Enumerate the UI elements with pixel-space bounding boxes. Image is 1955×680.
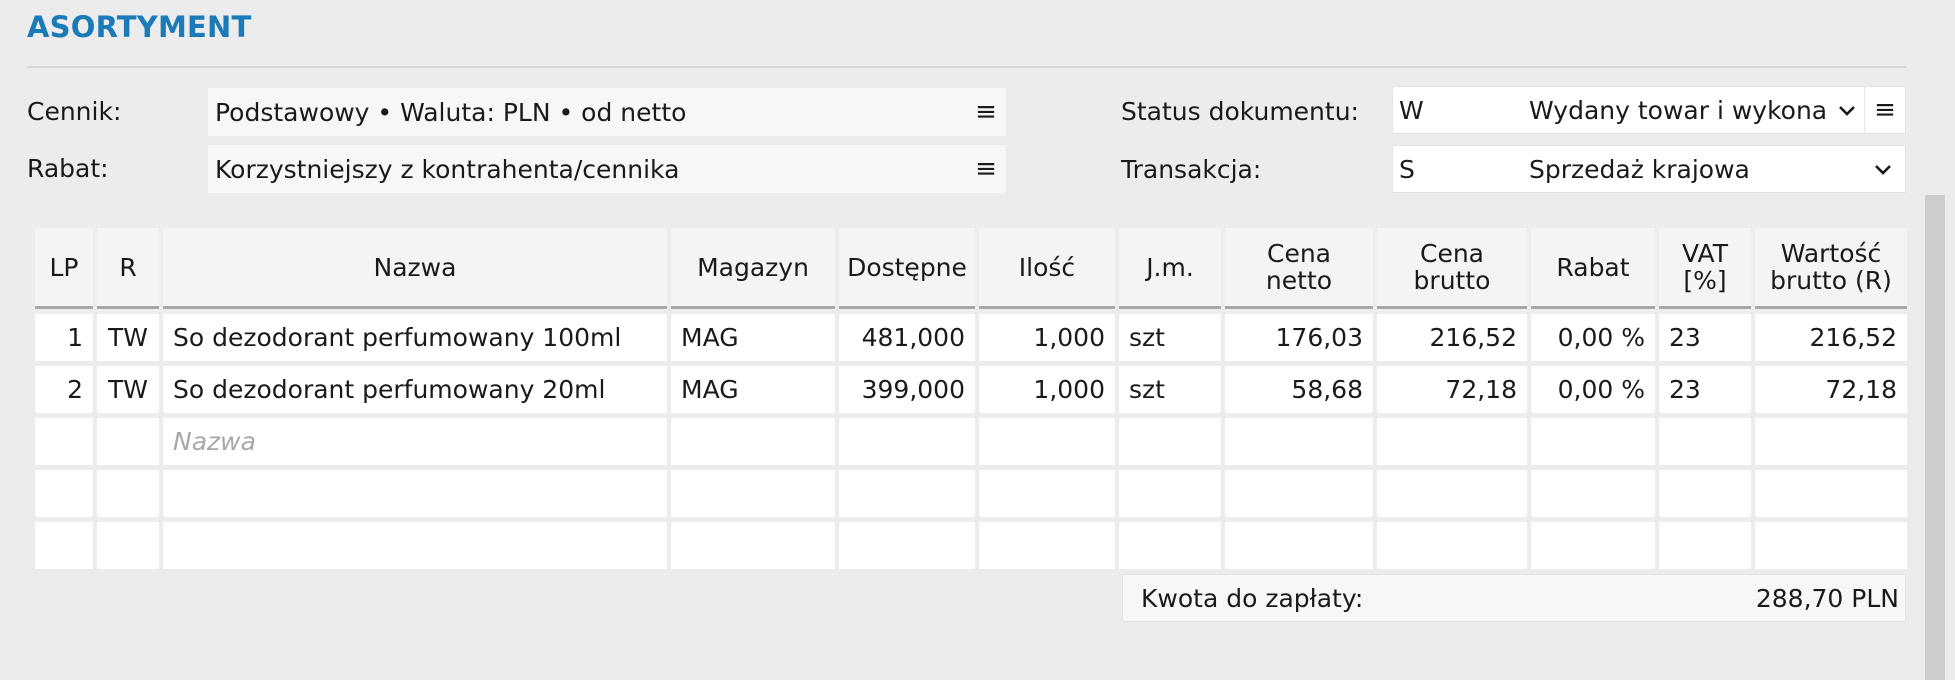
cell-magazyn[interactable]: MAG	[671, 309, 835, 366]
cell-r: TW	[97, 366, 159, 418]
col-ilosc[interactable]: Ilość	[979, 228, 1115, 309]
cennik-value: Podstawowy • Waluta: PLN • od netto	[215, 97, 687, 127]
table-header: LP R Nazwa Magazyn Dostępne Ilość J.m. C…	[35, 228, 1907, 309]
cell-empty[interactable]	[1377, 418, 1527, 470]
total-label: Kwota do zapłaty:	[1141, 583, 1364, 613]
cell-r: TW	[97, 309, 159, 366]
transakcja-field[interactable]: S Sprzedaż krajowa	[1392, 145, 1906, 193]
status-field[interactable]: W Wydany towar i wykona ≡	[1392, 86, 1906, 134]
status-value: Wydany towar i wykona	[1529, 95, 1828, 125]
cell-jm[interactable]: szt	[1119, 309, 1221, 366]
cell-wartosc[interactable]: 72,18	[1755, 366, 1907, 418]
cell-cena-brutto[interactable]: 72,18	[1377, 366, 1527, 418]
transakcja-value: Sprzedaż krajowa	[1529, 154, 1750, 184]
cell-empty[interactable]	[979, 418, 1115, 470]
cell-vat[interactable]: 23	[1659, 309, 1751, 366]
cell-nazwa[interactable]: So dezodorant perfumowany 100ml	[163, 309, 667, 366]
cennik-menu-icon[interactable]: ≡	[966, 97, 1006, 127]
cell-magazyn[interactable]: MAG	[671, 366, 835, 418]
cennik-field[interactable]: Podstawowy • Waluta: PLN • od netto ≡	[208, 88, 1006, 136]
total-box: Kwota do zapłaty: 288,70 PLN	[1122, 574, 1906, 622]
rabat-menu-icon[interactable]: ≡	[966, 154, 1006, 184]
cell-vat[interactable]: 23	[1659, 366, 1751, 418]
title-divider	[27, 66, 1907, 68]
cell-cena-brutto[interactable]: 216,52	[1377, 309, 1527, 366]
table-row[interactable]: 1 TW So dezodorant perfumowany 100ml MAG…	[35, 309, 1907, 366]
cell-rabat[interactable]: 0,00 %	[1531, 309, 1655, 366]
col-wartosc[interactable]: Wartość brutto (R)	[1755, 228, 1907, 309]
cell-wartosc[interactable]: 216,52	[1755, 309, 1907, 366]
status-menu-icon[interactable]: ≡	[1865, 95, 1905, 125]
table-row-empty	[35, 470, 1907, 522]
items-table: LP R Nazwa Magazyn Dostępne Ilość J.m. C…	[31, 228, 1911, 574]
cell-empty[interactable]	[1225, 418, 1373, 470]
cennik-label: Cennik:	[27, 97, 122, 126]
status-code: W	[1399, 95, 1424, 125]
status-chevron-down-icon[interactable]	[1830, 98, 1864, 122]
cell-dostepne: 481,000	[839, 309, 975, 366]
col-dostepne[interactable]: Dostępne	[839, 228, 975, 309]
cell-empty[interactable]	[1119, 418, 1221, 470]
rabat-label: Rabat:	[27, 154, 109, 183]
section-title: ASORTYMENT	[27, 10, 252, 44]
cell-empty	[35, 418, 93, 470]
col-nazwa[interactable]: Nazwa	[163, 228, 667, 309]
table-row-new[interactable]: Nazwa	[35, 418, 1907, 470]
cell-empty[interactable]	[1531, 418, 1655, 470]
col-vat[interactable]: VAT [%]	[1659, 228, 1751, 309]
col-cena-brutto[interactable]: Cena brutto	[1377, 228, 1527, 309]
col-jm[interactable]: J.m.	[1119, 228, 1221, 309]
table-row-empty	[35, 522, 1907, 574]
cell-ilosc[interactable]: 1,000	[979, 309, 1115, 366]
new-item-name-input[interactable]: Nazwa	[163, 418, 667, 470]
table-row[interactable]: 2 TW So dezodorant perfumowany 20ml MAG …	[35, 366, 1907, 418]
col-rabat[interactable]: Rabat	[1531, 228, 1655, 309]
cell-lp: 2	[35, 366, 93, 418]
cell-cena-netto[interactable]: 176,03	[1225, 309, 1373, 366]
total-value: 288,70 PLN	[1755, 583, 1899, 613]
status-label: Status dokumentu:	[1121, 97, 1359, 126]
col-cena-netto[interactable]: Cena netto	[1225, 228, 1373, 309]
col-r[interactable]: R	[97, 228, 159, 309]
cell-empty	[839, 418, 975, 470]
vertical-scrollbar[interactable]	[1925, 195, 1945, 680]
cell-empty[interactable]	[1659, 418, 1751, 470]
cell-empty[interactable]	[671, 418, 835, 470]
cell-jm[interactable]: szt	[1119, 366, 1221, 418]
cell-dostepne: 399,000	[839, 366, 975, 418]
transakcja-code: S	[1399, 154, 1415, 184]
cell-lp: 1	[35, 309, 93, 366]
cell-ilosc[interactable]: 1,000	[979, 366, 1115, 418]
transakcja-label: Transakcja:	[1121, 155, 1262, 184]
col-lp[interactable]: LP	[35, 228, 93, 309]
col-magazyn[interactable]: Magazyn	[671, 228, 835, 309]
rabat-field[interactable]: Korzystniejszy z kontrahenta/cennika ≡	[208, 145, 1006, 193]
cell-rabat[interactable]: 0,00 %	[1531, 366, 1655, 418]
cell-empty	[97, 418, 159, 470]
transakcja-chevron-down-icon[interactable]	[1861, 157, 1905, 181]
rabat-value: Korzystniejszy z kontrahenta/cennika	[215, 154, 680, 184]
cell-empty[interactable]	[1755, 418, 1907, 470]
cell-cena-netto[interactable]: 58,68	[1225, 366, 1373, 418]
cell-nazwa[interactable]: So dezodorant perfumowany 20ml	[163, 366, 667, 418]
